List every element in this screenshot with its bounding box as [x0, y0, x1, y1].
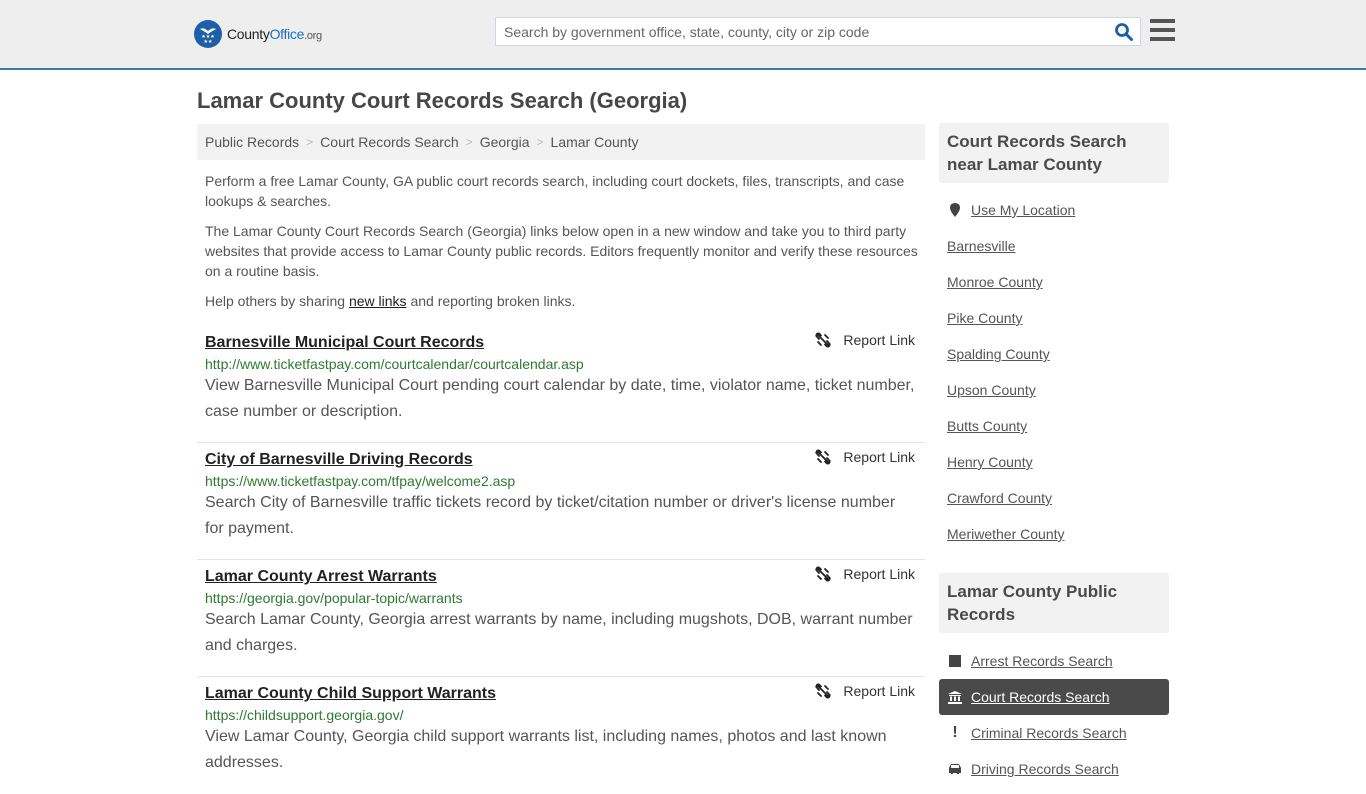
nearby-link-monroe-county[interactable]: Monroe County [947, 274, 1043, 290]
nearby-link-meriwether-county[interactable]: Meriwether County [947, 526, 1065, 542]
result-item: Barnesville Municipal Court Records Repo… [197, 326, 925, 443]
breadcrumb-georgia[interactable]: Georgia [480, 134, 530, 150]
result-title-link[interactable]: Lamar County Arrest Warrants [205, 568, 437, 586]
report-link-button[interactable]: Report Link [815, 683, 915, 699]
breadcrumb-separator: > [536, 135, 544, 149]
sidebar-nearby: Court Records Search near Lamar County U… [939, 123, 1169, 552]
sidebar-item-criminal-records[interactable]: ! Criminal Records Search [939, 715, 1169, 751]
sidebar-nearby-heading: Court Records Search near Lamar County [939, 123, 1169, 183]
breadcrumb-public-records[interactable]: Public Records [205, 134, 299, 150]
nearby-link-pike-county[interactable]: Pike County [947, 310, 1022, 326]
page-title: Lamar County Court Records Search (Georg… [197, 88, 688, 113]
report-link-button[interactable]: Report Link [815, 332, 915, 348]
sidebar-item-court-records[interactable]: Court Records Search [939, 679, 1169, 715]
result-description: View Barnesville Municipal Court pending… [205, 377, 915, 420]
nearby-item[interactable]: Butts County [939, 408, 1169, 444]
result-url[interactable]: https://childsupport.georgia.gov/ [205, 707, 917, 723]
nearby-link-upson-county[interactable]: Upson County [947, 382, 1036, 398]
hamburger-menu-button[interactable] [1150, 19, 1175, 41]
sidebar-item-arrest-records[interactable]: Arrest Records Search [939, 643, 1169, 679]
broken-link-icon [815, 332, 832, 348]
nearby-item[interactable]: Crawford County [939, 480, 1169, 516]
nearby-item[interactable]: Spalding County [939, 336, 1169, 372]
square-icon [947, 655, 963, 667]
result-description: Search City of Barnesville traffic ticke… [205, 494, 896, 537]
nearby-item[interactable]: Upson County [939, 372, 1169, 408]
nearby-list: Use My Location Barnesville Monroe Count… [939, 192, 1169, 552]
breadcrumb-separator: > [306, 135, 314, 149]
search-input[interactable] [496, 18, 1096, 45]
intro-text: Perform a free Lamar County, GA public c… [205, 171, 920, 321]
broken-link-icon [815, 449, 832, 465]
breadcrumb-lamar-county[interactable]: Lamar County [551, 134, 639, 150]
menu-bar-icon [1150, 19, 1175, 23]
menu-bar-icon [1150, 28, 1175, 32]
map-marker-icon [947, 202, 963, 218]
results-list: Barnesville Municipal Court Records Repo… [197, 326, 925, 794]
nearby-link-barnesville[interactable]: Barnesville [947, 238, 1015, 254]
nearby-link-spalding-county[interactable]: Spalding County [947, 346, 1050, 362]
result-title-link[interactable]: Lamar County Child Support Warrants [205, 685, 496, 703]
intro-paragraph: Perform a free Lamar County, GA public c… [205, 173, 905, 209]
result-item: Lamar County Child Support Warrants Repo… [197, 677, 925, 794]
use-my-location-link[interactable]: Use My Location [971, 202, 1075, 218]
result-title-link[interactable]: City of Barnesville Driving Records [205, 451, 473, 469]
broken-link-icon [815, 683, 832, 699]
result-url[interactable]: https://georgia.gov/popular-topic/warran… [205, 590, 917, 606]
breadcrumb-court-records-search[interactable]: Court Records Search [320, 134, 459, 150]
nearby-link-butts-county[interactable]: Butts County [947, 418, 1027, 434]
intro-paragraph: The Lamar County Court Records Search (G… [205, 223, 918, 279]
new-links-link[interactable]: new links [349, 293, 407, 309]
exclamation-icon: ! [952, 724, 958, 741]
broken-link-icon [815, 566, 832, 582]
car-icon [947, 763, 963, 775]
nearby-item[interactable]: Henry County [939, 444, 1169, 480]
breadcrumb: Public Records > Court Records Search > … [197, 124, 925, 160]
sidebar-public-records: Lamar County Public Records Arrest Recor… [939, 573, 1169, 787]
nearby-link-crawford-county[interactable]: Crawford County [947, 490, 1052, 506]
share-links-paragraph: Help others by sharing new links and rep… [205, 293, 576, 309]
use-my-location-item[interactable]: Use My Location [939, 192, 1169, 228]
search-icon [1115, 23, 1133, 41]
public-records-list: Arrest Records Search Court Records Sear… [939, 643, 1169, 787]
nearby-item[interactable]: Pike County [939, 300, 1169, 336]
search-button[interactable] [1114, 22, 1134, 42]
nearby-item[interactable]: Barnesville [939, 228, 1169, 264]
site-header: ★★★ ★★ CountyOffice.org [0, 0, 1366, 70]
result-description: Search Lamar County, Georgia arrest warr… [205, 611, 913, 654]
nearby-item[interactable]: Meriwether County [939, 516, 1169, 552]
nearby-item[interactable]: Monroe County [939, 264, 1169, 300]
result-url[interactable]: http://www.ticketfastpay.com/courtcalend… [205, 356, 917, 372]
report-link-button[interactable]: Report Link [815, 566, 915, 582]
logo-wordmark: CountyOffice.org [227, 26, 322, 42]
eagle-logo-icon: ★★★ ★★ [194, 20, 222, 48]
search-bar [495, 17, 1141, 46]
result-item: City of Barnesville Driving Records Repo… [197, 443, 925, 560]
nearby-link-henry-county[interactable]: Henry County [947, 454, 1033, 470]
result-item: Lamar County Arrest Warrants Report Link… [197, 560, 925, 677]
menu-bar-icon [1150, 37, 1175, 41]
breadcrumb-separator: > [465, 135, 473, 149]
result-title-link[interactable]: Barnesville Municipal Court Records [205, 334, 484, 352]
report-link-button[interactable]: Report Link [815, 449, 915, 465]
sidebar-public-records-heading: Lamar County Public Records [939, 573, 1169, 633]
courthouse-icon [947, 690, 963, 704]
svg-text:★★: ★★ [204, 39, 213, 45]
sidebar-item-driving-records[interactable]: Driving Records Search [939, 751, 1169, 787]
site-logo[interactable]: ★★★ ★★ CountyOffice.org [194, 20, 322, 48]
result-description: View Lamar County, Georgia child support… [205, 728, 887, 771]
result-url[interactable]: https://www.ticketfastpay.com/tfpay/welc… [205, 473, 917, 489]
